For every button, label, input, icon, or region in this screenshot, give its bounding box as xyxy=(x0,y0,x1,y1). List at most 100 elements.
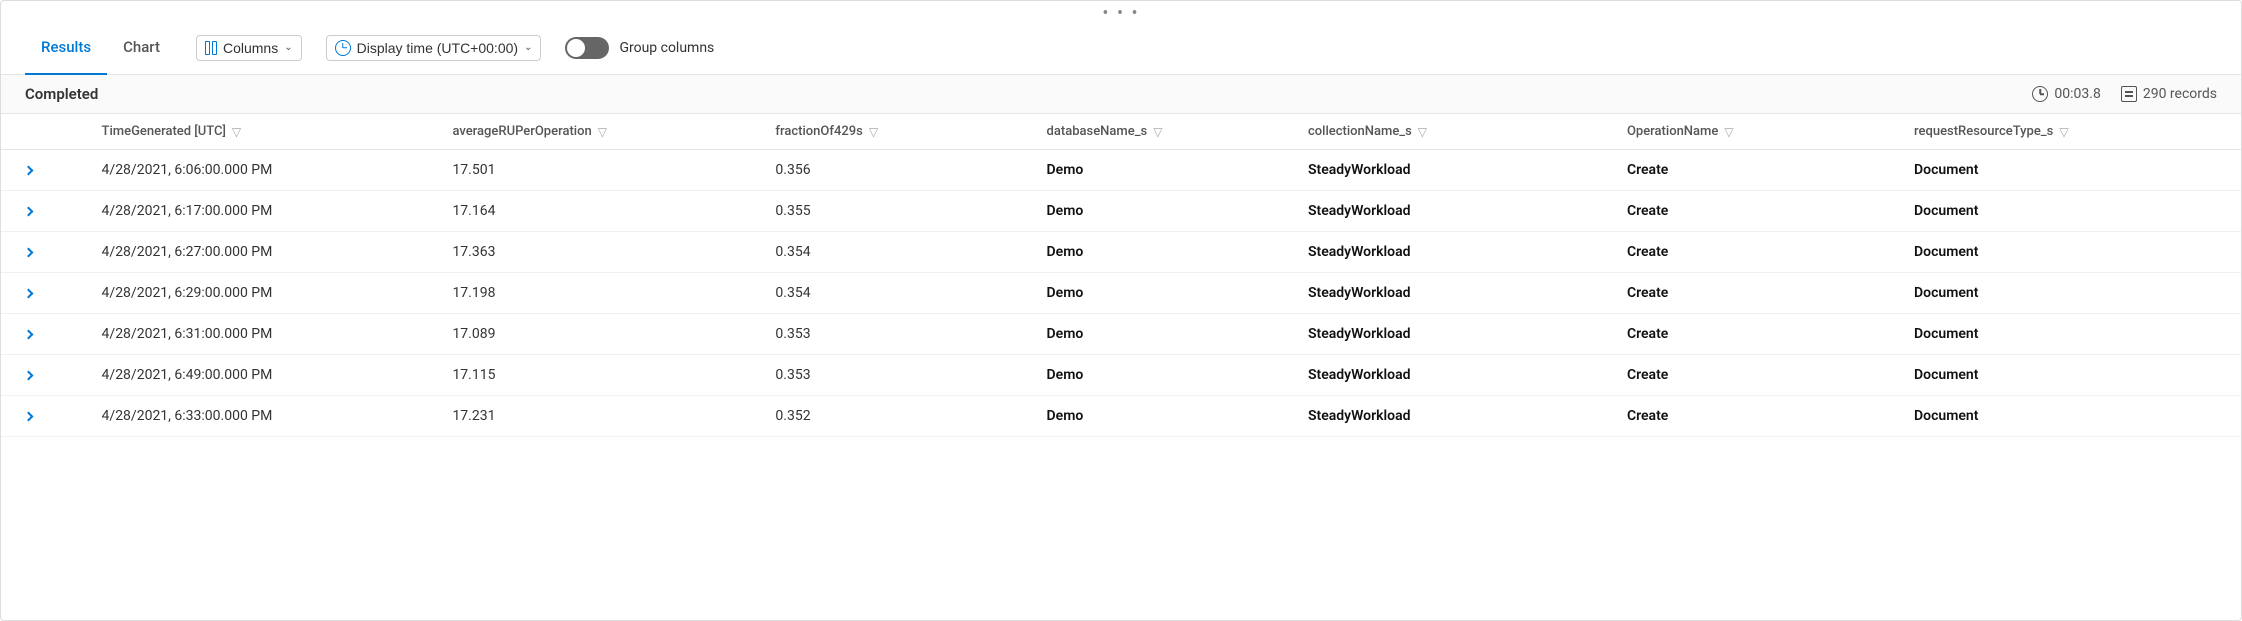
cell-fraction: 0.356 xyxy=(751,150,1022,191)
group-columns-toggle[interactable] xyxy=(565,37,609,59)
cell-averageru: 17.115 xyxy=(428,355,751,396)
cell-time: 4/28/2021, 6:49:00.000 PM xyxy=(78,355,429,396)
tab-bar: Results Chart Columns ⌄ Display time (UT… xyxy=(1,21,2241,75)
cell-database: Demo xyxy=(1023,273,1284,314)
expand-chevron-icon xyxy=(24,207,34,217)
cell-database: Demo xyxy=(1023,150,1284,191)
cell-averageru: 17.198 xyxy=(428,273,751,314)
display-time-button[interactable]: Display time (UTC+00:00) ⌄ xyxy=(326,35,542,61)
cell-time: 4/28/2021, 6:06:00.000 PM xyxy=(78,150,429,191)
columns-label: Columns xyxy=(223,40,278,56)
cell-collection: SteadyWorkload xyxy=(1284,396,1603,437)
cell-operation: Create xyxy=(1603,396,1890,437)
cell-database: Demo xyxy=(1023,191,1284,232)
cell-averageru: 17.231 xyxy=(428,396,751,437)
cell-resource: Document xyxy=(1890,355,2241,396)
group-columns-label: Group columns xyxy=(619,40,714,56)
row-expand-button[interactable] xyxy=(1,396,78,437)
cell-resource: Document xyxy=(1890,273,2241,314)
cell-time: 4/28/2021, 6:31:00.000 PM xyxy=(78,314,429,355)
cell-collection: SteadyWorkload xyxy=(1284,273,1603,314)
clock-icon xyxy=(335,40,351,56)
cell-resource: Document xyxy=(1890,232,2241,273)
cell-operation: Create xyxy=(1603,191,1890,232)
cell-database: Demo xyxy=(1023,396,1284,437)
timer-icon xyxy=(2032,86,2048,102)
col-header-database: databaseName_s ▽ xyxy=(1023,114,1284,150)
filter-icon-fraction[interactable]: ▽ xyxy=(869,125,878,139)
row-expand-button[interactable] xyxy=(1,232,78,273)
columns-chevron-icon: ⌄ xyxy=(284,42,292,53)
time-meta: 00:03.8 xyxy=(2032,86,2100,102)
row-expand-button[interactable] xyxy=(1,191,78,232)
table-body: 4/28/2021, 6:06:00.000 PM17.5010.356Demo… xyxy=(1,150,2241,437)
tab-chart[interactable]: Chart xyxy=(107,22,176,75)
display-time-label: Display time (UTC+00:00) xyxy=(357,40,518,56)
cell-collection: SteadyWorkload xyxy=(1284,232,1603,273)
cell-averageru: 17.501 xyxy=(428,150,751,191)
col-header-averageru: averageRUPerOperation ▽ xyxy=(428,114,751,150)
expand-chevron-icon xyxy=(24,330,34,340)
cell-resource: Document xyxy=(1890,314,2241,355)
table-header-row: TimeGenerated [UTC] ▽ averageRUPerOperat… xyxy=(1,114,2241,150)
table-row: 4/28/2021, 6:49:00.000 PM17.1150.353Demo… xyxy=(1,355,2241,396)
tab-results[interactable]: Results xyxy=(25,22,107,75)
filter-icon-time[interactable]: ▽ xyxy=(232,125,241,139)
row-expand-button[interactable] xyxy=(1,355,78,396)
col-header-operation: OperationName ▽ xyxy=(1603,114,1890,150)
results-table: TimeGenerated [UTC] ▽ averageRUPerOperat… xyxy=(1,114,2241,437)
time-value: 00:03.8 xyxy=(2054,86,2100,102)
columns-icon xyxy=(205,41,217,55)
main-container: • • • Results Chart Columns ⌄ Display ti… xyxy=(0,0,2242,621)
cell-fraction: 0.355 xyxy=(751,191,1022,232)
col-header-fraction: fractionOf429s ▽ xyxy=(751,114,1022,150)
col-line-1 xyxy=(205,41,210,55)
row-expand-button[interactable] xyxy=(1,150,78,191)
cell-time: 4/28/2021, 6:33:00.000 PM xyxy=(78,396,429,437)
table-wrapper: TimeGenerated [UTC] ▽ averageRUPerOperat… xyxy=(1,114,2241,620)
cell-operation: Create xyxy=(1603,314,1890,355)
col-header-collection: collectionName_s ▽ xyxy=(1284,114,1603,150)
cell-averageru: 17.164 xyxy=(428,191,751,232)
expand-chevron-icon xyxy=(24,371,34,381)
cell-database: Demo xyxy=(1023,314,1284,355)
columns-button[interactable]: Columns ⌄ xyxy=(196,35,302,61)
table-row: 4/28/2021, 6:06:00.000 PM17.5010.356Demo… xyxy=(1,150,2241,191)
records-meta: 290 records xyxy=(2121,86,2217,102)
cell-time: 4/28/2021, 6:29:00.000 PM xyxy=(78,273,429,314)
cell-time: 4/28/2021, 6:27:00.000 PM xyxy=(78,232,429,273)
filter-icon-collection[interactable]: ▽ xyxy=(1418,125,1427,139)
status-bar: Completed 00:03.8 290 records xyxy=(1,75,2241,114)
filter-icon-resource[interactable]: ▽ xyxy=(2059,125,2068,139)
toolbar: Columns ⌄ Display time (UTC+00:00) ⌄ Gro… xyxy=(196,35,2217,61)
expand-col-header xyxy=(1,114,78,150)
table-row: 4/28/2021, 6:27:00.000 PM17.3630.354Demo… xyxy=(1,232,2241,273)
cell-fraction: 0.354 xyxy=(751,232,1022,273)
cell-fraction: 0.352 xyxy=(751,396,1022,437)
col-header-time: TimeGenerated [UTC] ▽ xyxy=(78,114,429,150)
expand-chevron-icon xyxy=(24,166,34,176)
row-expand-button[interactable] xyxy=(1,273,78,314)
group-columns-toggle-container: Group columns xyxy=(565,37,714,59)
cell-collection: SteadyWorkload xyxy=(1284,355,1603,396)
dots-bar: • • • xyxy=(1,1,2241,21)
cell-fraction: 0.354 xyxy=(751,273,1022,314)
filter-icon-database[interactable]: ▽ xyxy=(1153,125,1162,139)
cell-collection: SteadyWorkload xyxy=(1284,191,1603,232)
col-line-2 xyxy=(212,41,217,55)
table-row: 4/28/2021, 6:31:00.000 PM17.0890.353Demo… xyxy=(1,314,2241,355)
cell-operation: Create xyxy=(1603,232,1890,273)
expand-chevron-icon xyxy=(24,248,34,258)
cell-averageru: 17.089 xyxy=(428,314,751,355)
cell-averageru: 17.363 xyxy=(428,232,751,273)
cell-operation: Create xyxy=(1603,150,1890,191)
filter-icon-operation[interactable]: ▽ xyxy=(1724,125,1733,139)
records-value: 290 records xyxy=(2143,86,2217,102)
row-expand-button[interactable] xyxy=(1,314,78,355)
cell-fraction: 0.353 xyxy=(751,355,1022,396)
filter-icon-averageru[interactable]: ▽ xyxy=(598,125,607,139)
status-meta: 00:03.8 290 records xyxy=(2032,86,2217,102)
display-time-chevron-icon: ⌄ xyxy=(524,42,532,53)
cell-operation: Create xyxy=(1603,273,1890,314)
cell-collection: SteadyWorkload xyxy=(1284,314,1603,355)
